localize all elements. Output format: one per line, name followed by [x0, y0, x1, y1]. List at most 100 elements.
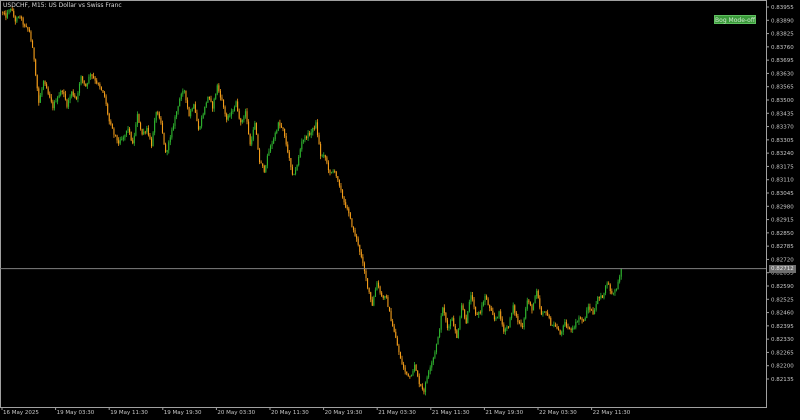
candle-body: [133, 135, 135, 144]
candle-body: [492, 310, 494, 315]
candle-body: [158, 113, 160, 118]
candle-body: [113, 128, 115, 135]
candle-body: [312, 127, 314, 133]
candle-body: [376, 282, 378, 290]
candle-body: [382, 295, 384, 298]
candle-body: [384, 296, 386, 298]
price-label: 0.83955: [771, 5, 794, 11]
candle-body: [440, 315, 442, 330]
candle-body: [487, 299, 489, 306]
candle-body: [238, 111, 240, 119]
candle-body: [141, 128, 143, 135]
candle-body: [215, 93, 217, 99]
candle-body: [556, 326, 558, 329]
candle-body: [252, 129, 254, 140]
time-label: 21 May 11:30: [432, 410, 470, 416]
candle-body: [10, 9, 12, 10]
chart-window[interactable]: 0.83955 0.83890 0.83825 0.83760 0.83695 0.836…: [0, 0, 800, 416]
candle-body: [564, 322, 566, 326]
candle-body: [320, 144, 322, 156]
candle-body: [428, 371, 430, 378]
candle-body: [11, 9, 13, 11]
candle-body: [210, 98, 212, 102]
time-label: 19 May 19:30: [164, 410, 202, 416]
candle-body: [191, 108, 193, 111]
candle-body: [21, 17, 23, 19]
candle-body: [522, 326, 524, 327]
candle-body: [603, 293, 605, 298]
candle-body: [594, 309, 596, 315]
candle-body: [2, 12, 4, 14]
candle-body: [481, 305, 483, 313]
candle-body: [390, 310, 392, 322]
candle-body: [93, 76, 95, 79]
candle-body: [346, 207, 348, 209]
price-label: 0.83500: [771, 98, 794, 104]
candle-body: [439, 329, 441, 338]
candle-body: [504, 328, 506, 332]
candle-body: [36, 75, 38, 89]
candle-body: [561, 331, 563, 335]
candle-body: [263, 165, 265, 172]
candle-body: [520, 322, 522, 327]
candle-body: [581, 318, 583, 321]
price-label: 0.82135: [771, 377, 794, 383]
price-label: 0.82850: [771, 231, 794, 237]
indicator-badge[interactable]: Bog Mode-off: [714, 15, 756, 24]
candle-body: [392, 321, 394, 327]
price-label: 0.82720: [771, 257, 794, 263]
candle-body: [329, 170, 331, 173]
candle-body: [371, 299, 373, 306]
candle-body: [28, 29, 30, 32]
candle-body: [518, 321, 520, 323]
candle-body: [501, 318, 503, 325]
candle-body: [262, 163, 264, 166]
time-label: 22 May 03:30: [539, 410, 577, 416]
candle-body: [157, 112, 159, 114]
candle-body: [490, 307, 492, 311]
candle-body: [69, 96, 71, 101]
price-chart[interactable]: 0.83955 0.83890 0.83825 0.83760 0.83695 0.836…: [0, 0, 800, 416]
time-label: 21 May 19:30: [485, 410, 523, 416]
candle-body: [266, 155, 268, 166]
candle-body: [450, 320, 452, 327]
candle-body: [529, 302, 531, 306]
candle-body: [412, 370, 414, 375]
candle-body: [204, 106, 206, 115]
candle-body: [118, 140, 120, 144]
candle-body: [579, 317, 582, 319]
candle-body: [119, 139, 121, 144]
candle-body: [17, 16, 19, 18]
candle-body: [64, 93, 66, 100]
candle-body: [335, 171, 337, 177]
candle-body: [526, 300, 528, 309]
candle-body: [218, 85, 220, 91]
candle-body: [121, 139, 123, 141]
candle-body: [190, 110, 192, 117]
candle-body: [58, 95, 60, 98]
candle-body: [572, 328, 574, 331]
candle-body: [435, 344, 438, 353]
candle-body: [183, 90, 185, 92]
candle-body: [606, 283, 608, 286]
candle-body: [104, 92, 106, 97]
candle-body: [288, 152, 290, 159]
candle-body: [3, 13, 5, 14]
candle-body: [226, 113, 228, 120]
candle-body: [207, 96, 209, 103]
price-label: 0.82265: [771, 350, 794, 356]
candle-body: [318, 135, 320, 145]
candle-body: [108, 113, 110, 122]
candle-body: [33, 47, 35, 60]
candle-body: [285, 136, 287, 145]
candle-body: [177, 106, 179, 112]
candle-body: [598, 297, 600, 299]
candle-body: [385, 296, 387, 298]
candle-body: [608, 283, 610, 285]
candle-body: [307, 133, 309, 139]
candle-body: [180, 94, 182, 99]
candle-body: [114, 134, 117, 136]
candle-body: [276, 130, 278, 134]
candle-body: [453, 318, 455, 327]
candle-body: [424, 382, 427, 393]
